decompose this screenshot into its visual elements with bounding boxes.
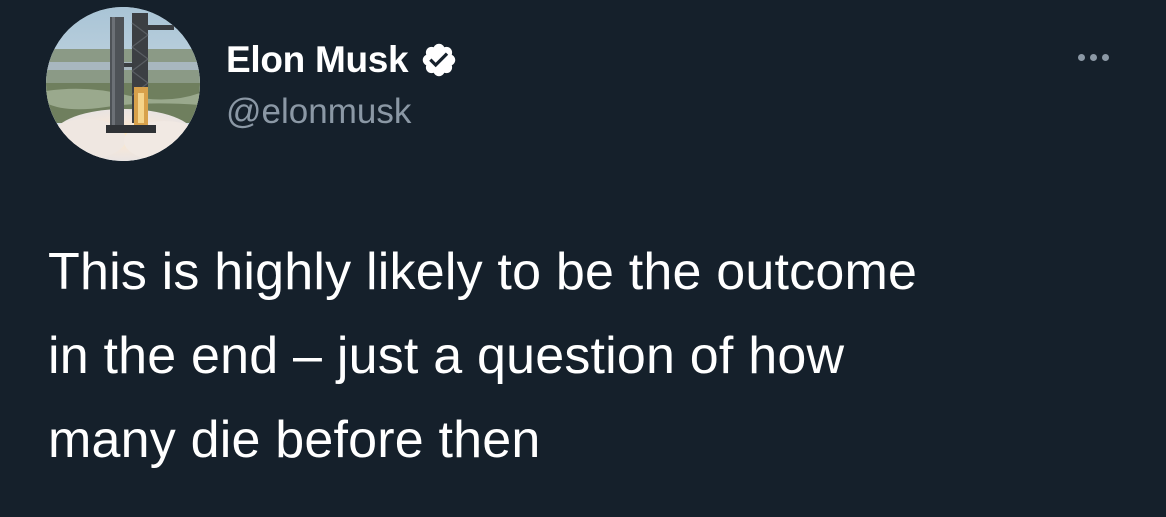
tweet-card: Elon Musk @elonmusk This is highly likel…: [0, 0, 1166, 517]
verified-badge-icon: [423, 43, 456, 77]
more-options-button[interactable]: [1068, 42, 1118, 72]
rocket-launch-tower-avatar: [46, 7, 200, 161]
tweet-text-line: in the end – just a question of how: [48, 327, 845, 385]
tweet-text-line: This is highly likely to be the outcome: [48, 243, 918, 301]
more-options-icon: [1077, 53, 1085, 61]
author-display-name[interactable]: Elon Musk: [226, 38, 409, 82]
more-options-icon-dot: [1101, 53, 1109, 61]
author-handle[interactable]: @elonmusk: [226, 90, 411, 134]
more-options-icon-dot: [1089, 53, 1097, 61]
tweet-text-line: many die before then: [48, 411, 541, 469]
avatar[interactable]: [46, 7, 200, 161]
author-name-row: Elon Musk: [226, 38, 458, 82]
tweet-text: This is highly likely to be the outcome …: [48, 230, 1138, 482]
